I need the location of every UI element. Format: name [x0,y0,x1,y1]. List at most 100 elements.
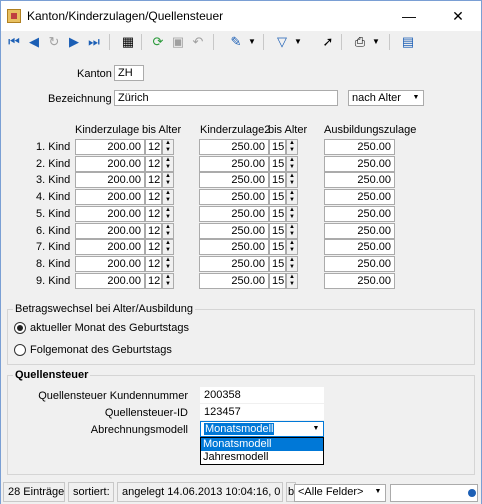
kinderzulage2-field[interactable]: 250.00 [199,273,269,289]
ausbildungszulage-field[interactable]: 250.00 [324,156,395,172]
bis-alter-1-field[interactable]: 12 [145,172,162,188]
bis-alter-2-stepper[interactable]: ▲ ▼ [286,239,298,255]
spin-up-icon[interactable]: ▲ [163,240,173,247]
bis-alter-2-stepper[interactable]: ▲ ▼ [286,223,298,239]
spin-up-icon[interactable]: ▲ [163,157,173,164]
kanton-field[interactable]: ZH [114,65,144,81]
print-icon[interactable]: ⎙ [351,33,369,51]
bis-alter-1-stepper[interactable]: ▲ ▼ [162,189,174,205]
bis-alter-1-stepper[interactable]: ▲ ▼ [162,172,174,188]
spin-down-icon[interactable]: ▼ [287,247,297,254]
spin-up-icon[interactable]: ▲ [163,173,173,180]
filter-icon[interactable]: ▽ [273,33,291,51]
bis-alter-2-stepper[interactable]: ▲ ▼ [286,273,298,289]
chevron-down-icon[interactable]: ▼ [410,92,422,104]
bis-alter-1-stepper[interactable]: ▲ ▼ [162,273,174,289]
spin-down-icon[interactable]: ▼ [163,281,173,288]
kinderzulage-field[interactable]: 200.00 [75,172,145,188]
bis-alter-2-field[interactable]: 15 [269,273,286,289]
bis-alter-2-stepper[interactable]: ▲ ▼ [286,189,298,205]
bis-alter-2-field[interactable]: 15 [269,139,286,155]
radio-current-month[interactable] [14,322,26,334]
dropdown-option-jahresmodell[interactable]: Jahresmodell [201,451,323,464]
spin-up-icon[interactable]: ▲ [287,274,297,281]
spin-up-icon[interactable]: ▲ [287,207,297,214]
spin-down-icon[interactable]: ▼ [287,180,297,187]
spin-up-icon[interactable]: ▲ [287,224,297,231]
ausbildungszulage-field[interactable]: 250.00 [324,239,395,255]
search-icon[interactable] [468,489,476,497]
spin-down-icon[interactable]: ▼ [163,164,173,171]
spin-up-icon[interactable]: ▲ [287,190,297,197]
kinderzulage-field[interactable]: 200.00 [75,223,145,239]
search-input[interactable] [390,484,478,502]
ausbildungszulage-field[interactable]: 250.00 [324,256,395,272]
kinderzulage2-field[interactable]: 250.00 [199,139,269,155]
kinderzulage-field[interactable]: 200.00 [75,139,145,155]
spin-down-icon[interactable]: ▼ [287,231,297,238]
bis-alter-2-stepper[interactable]: ▲ ▼ [286,139,298,155]
spin-down-icon[interactable]: ▼ [163,231,173,238]
kinderzulage2-field[interactable]: 250.00 [199,223,269,239]
spin-up-icon[interactable]: ▲ [163,224,173,231]
ausbildungszulage-field[interactable]: 250.00 [324,273,395,289]
bis-alter-1-field[interactable]: 12 [145,273,162,289]
close-button[interactable]: ✕ [435,1,481,31]
spin-down-icon[interactable]: ▼ [163,247,173,254]
abrechnungsmodell-select[interactable]: Monatsmodell ▼ [200,421,324,437]
spin-down-icon[interactable]: ▼ [287,164,297,171]
dropdown-option-monatsmodell[interactable]: Monatsmodell [201,438,323,451]
bis-alter-1-field[interactable]: 12 [145,156,162,172]
cursor-select-icon[interactable]: ➚ [319,33,337,51]
quellensteuer-id-field[interactable]: 123457 [200,404,324,420]
spin-up-icon[interactable]: ▲ [287,240,297,247]
bis-alter-1-stepper[interactable]: ▲ ▼ [162,206,174,222]
save-icon[interactable]: ▣ [169,33,187,51]
bis-alter-1-stepper[interactable]: ▲ ▼ [162,223,174,239]
spin-down-icon[interactable]: ▼ [287,197,297,204]
last-record-icon[interactable]: ⏭ [85,33,103,51]
bezeichnung-field[interactable]: Zürich [114,90,338,106]
spin-down-icon[interactable]: ▼ [287,264,297,271]
ausbildungszulage-field[interactable]: 250.00 [324,189,395,205]
first-record-icon[interactable]: ⏮ [5,33,23,51]
ausbildungszulage-field[interactable]: 250.00 [324,172,395,188]
radio-following-month[interactable] [14,344,26,356]
pin-dropdown-icon[interactable]: ▼ [247,33,257,51]
radio-following-month-label[interactable]: Folgemonat des Geburtstags [30,344,172,356]
table-view-icon[interactable]: ▦ [119,33,137,51]
bis-alter-1-stepper[interactable]: ▲ ▼ [162,156,174,172]
spin-down-icon[interactable]: ▼ [287,214,297,221]
spin-down-icon[interactable]: ▼ [163,264,173,271]
pin-icon[interactable]: ✎ [227,33,245,51]
bis-alter-1-stepper[interactable]: ▲ ▼ [162,239,174,255]
spin-up-icon[interactable]: ▲ [287,140,297,147]
bis-alter-1-field[interactable]: 12 [145,223,162,239]
radio-current-month-label[interactable]: aktueller Monat des Geburtstags [30,322,189,334]
kinderzulage-field[interactable]: 200.00 [75,189,145,205]
kinderzulage2-field[interactable]: 250.00 [199,256,269,272]
kinderzulage-field[interactable]: 200.00 [75,206,145,222]
print-dropdown-icon[interactable]: ▼ [371,33,381,51]
bis-alter-1-stepper[interactable]: ▲ ▼ [162,256,174,272]
minimize-button[interactable]: — [386,1,432,31]
bis-alter-2-field[interactable]: 15 [269,156,286,172]
spin-down-icon[interactable]: ▼ [287,281,297,288]
sort-select[interactable]: nach Alter ▼ [348,90,424,106]
undo-icon[interactable]: ↶ [189,33,207,51]
kundennummer-field[interactable]: 200358 [200,387,324,403]
bis-alter-1-stepper[interactable]: ▲ ▼ [162,139,174,155]
ausbildungszulage-field[interactable]: 250.00 [324,206,395,222]
bis-alter-2-stepper[interactable]: ▲ ▼ [286,172,298,188]
kinderzulage2-field[interactable]: 250.00 [199,172,269,188]
reload-icon[interactable]: ⟳ [149,33,167,51]
bis-alter-1-field[interactable]: 12 [145,189,162,205]
ausbildungszulage-field[interactable]: 250.00 [324,139,395,155]
kinderzulage-field[interactable]: 200.00 [75,256,145,272]
chevron-down-icon[interactable]: ▼ [372,486,384,498]
spin-down-icon[interactable]: ▼ [163,214,173,221]
kinderzulage2-field[interactable]: 250.00 [199,239,269,255]
prev-record-icon[interactable]: ◀ [25,33,43,51]
spin-up-icon[interactable]: ▲ [163,207,173,214]
ausbildungszulage-field[interactable]: 250.00 [324,223,395,239]
